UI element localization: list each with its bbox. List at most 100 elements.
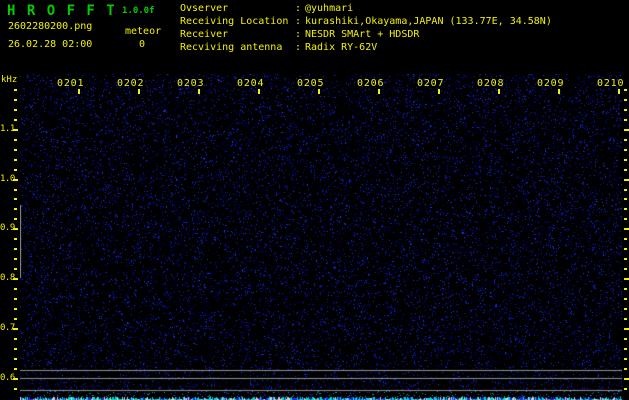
meteor-count-label: meteor [125, 26, 162, 37]
freq-tick [14, 108, 17, 111]
info-label: Receiver [180, 29, 229, 40]
freq-tick [14, 138, 17, 141]
freq-tick-right [624, 108, 627, 111]
minute-tick [378, 89, 380, 94]
freq-tick-right [624, 138, 627, 141]
freq-tick [14, 387, 17, 390]
minute-tick [78, 89, 80, 94]
info-row: Receiving Location: kurashiki,Okayama,JAP… [180, 15, 552, 28]
freq-tick [14, 98, 17, 101]
freq-tick [14, 148, 17, 151]
freq-tick-right [624, 118, 627, 121]
info-row: Ovserver: @yuhmari [180, 2, 552, 15]
freq-tick [14, 218, 17, 221]
freq-tick [14, 347, 17, 350]
info-colon: : [295, 42, 302, 53]
freq-tick [14, 258, 17, 261]
observation-datetime: 26.02.28 02:00 [8, 39, 93, 50]
freq-tick-right [624, 387, 627, 390]
info-label: Ovserver [180, 3, 229, 14]
freq-tick-right [624, 327, 629, 330]
time-tick-label: 0207 [417, 78, 445, 89]
output-filename: 2602280200.png [8, 21, 93, 32]
meteor-count-value: 0 [139, 39, 146, 50]
freq-tick [14, 198, 17, 201]
freq-tick-right [624, 208, 627, 211]
time-tick-label: 0204 [237, 78, 265, 89]
info-value: kurashiki,Okayama,JAPAN (133.77E, 34.58N… [305, 16, 552, 27]
info-value: NESDR SMArt + HDSDR [305, 29, 420, 40]
info-colon: : [295, 29, 302, 40]
time-tick-label: 0203 [177, 78, 205, 89]
freq-tick-label: 1.0 [0, 173, 15, 184]
minute-tick [138, 89, 140, 94]
freq-tick-right [624, 178, 629, 181]
app-title: H R O F F T [7, 3, 117, 19]
info-colon: : [295, 16, 302, 27]
app-version: 1.0.0f [122, 6, 155, 16]
freq-tick [14, 268, 17, 271]
freq-tick [14, 367, 17, 370]
freq-tick-label: 1.1 [0, 123, 15, 134]
time-tick-label: 0209 [537, 78, 565, 89]
minute-tick [558, 89, 560, 94]
freq-tick-right [624, 148, 627, 151]
info-value: Radix RY-62V [305, 42, 378, 53]
freq-tick-right [624, 278, 629, 281]
time-tick-label: 0201 [57, 78, 85, 89]
freq-tick-right [624, 248, 627, 251]
freq-tick-right [624, 188, 627, 191]
freq-tick-right [624, 238, 627, 241]
freq-tick [14, 297, 17, 300]
freq-tick [14, 357, 17, 360]
info-value: @yuhmari [305, 3, 354, 14]
freq-tick-right [624, 317, 627, 320]
freq-tick [14, 337, 17, 340]
freq-tick [14, 89, 17, 91]
time-tick-label: 0210 [597, 78, 625, 89]
freq-tick-right [624, 357, 627, 360]
info-row: Recviving antenna: Radix RY-62V [180, 41, 552, 54]
minute-tick [438, 89, 440, 94]
hrofft-spectrogram-screen: H R O F F T 1.0.0f 2602280200.png meteor… [0, 0, 629, 400]
freq-tick-right [624, 258, 627, 261]
freq-tick [14, 288, 17, 290]
time-tick-label: 0208 [477, 78, 505, 89]
freq-axis-unit-label: kHz [1, 75, 18, 85]
freq-tick-right [624, 268, 627, 271]
freq-tick [14, 208, 17, 211]
minute-tick [618, 89, 620, 94]
freq-tick [14, 317, 17, 320]
freq-tick-label: 0.7 [0, 322, 15, 333]
freq-tick [14, 118, 17, 121]
freq-tick-label: 0.9 [0, 223, 15, 234]
minute-tick [258, 89, 260, 94]
freq-tick [14, 158, 17, 161]
freq-tick [14, 238, 17, 241]
info-row: Receiver: NESDR SMArt + HDSDR [180, 28, 552, 41]
time-tick-label: 0205 [297, 78, 325, 89]
freq-tick-right [624, 98, 627, 101]
minute-tick [498, 89, 500, 94]
freq-tick-right [624, 198, 627, 201]
info-label: Receiving Location [180, 16, 289, 27]
freq-tick [14, 188, 17, 191]
minute-tick [318, 89, 320, 94]
time-tick-label: 0202 [117, 78, 145, 89]
freq-tick-right [624, 128, 629, 131]
freq-tick-label: 0.8 [0, 273, 15, 284]
freq-tick-label: 0.6 [0, 372, 15, 383]
freq-tick-right [624, 89, 627, 91]
freq-tick [14, 248, 17, 251]
info-label: Recviving antenna [180, 42, 283, 53]
time-tick-label: 0206 [357, 78, 385, 89]
freq-tick-right [624, 288, 627, 290]
freq-tick-right [624, 228, 629, 231]
freq-tick-right [624, 168, 627, 171]
freq-tick [14, 307, 17, 310]
minute-tick [198, 89, 200, 94]
spectrogram-noise-canvas [20, 74, 622, 400]
info-colon: : [295, 3, 302, 14]
freq-tick [14, 168, 17, 171]
freq-tick-right [624, 337, 627, 340]
